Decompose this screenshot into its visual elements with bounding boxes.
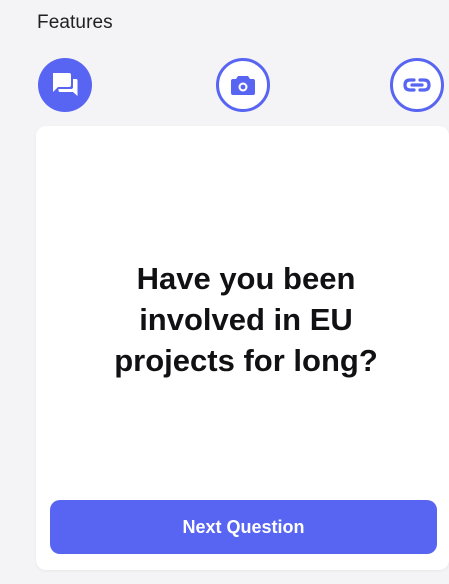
features-title: Features — [37, 12, 113, 33]
camera-icon — [231, 76, 255, 95]
chat-feature-button[interactable] — [38, 58, 92, 112]
question-text: Have you been involved in EU projects fo… — [114, 261, 378, 378]
camera-feature-button[interactable] — [216, 58, 270, 112]
question-card: Have you been involved in EU projects fo… — [36, 126, 449, 570]
link-icon — [403, 78, 431, 92]
link-feature-button[interactable] — [390, 58, 444, 112]
next-question-button[interactable]: Next Question — [50, 500, 437, 554]
chat-icon — [53, 73, 78, 96]
